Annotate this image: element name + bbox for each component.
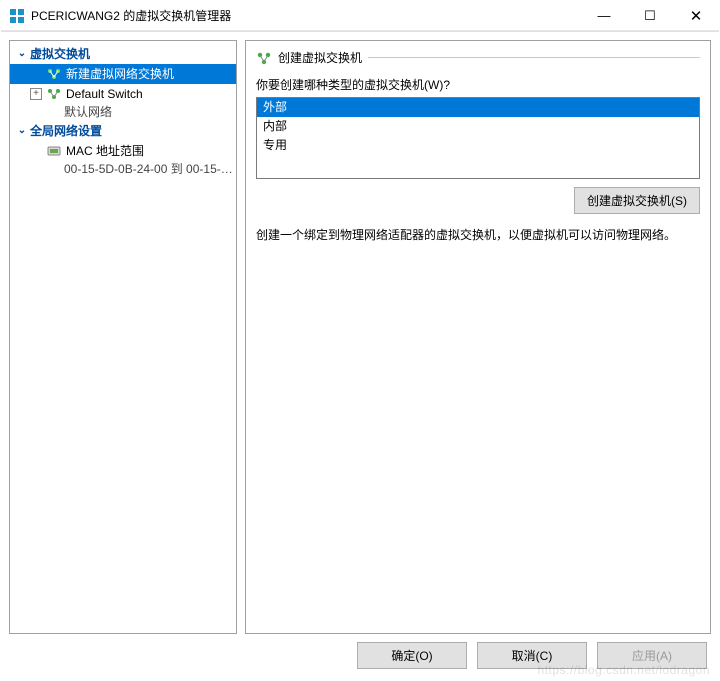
description-text: 创建一个绑定到物理网络适配器的虚拟交换机，以便虚拟机可以访问物理网络。 — [256, 226, 700, 244]
create-row: 创建虚拟交换机(S) — [256, 187, 700, 214]
tree-item-label: 新建虚拟网络交换机 — [66, 65, 174, 83]
fieldset-title: 创建虚拟交换机 — [278, 49, 362, 66]
close-button[interactable]: ✕ — [673, 1, 719, 30]
list-item[interactable]: 外部 — [257, 98, 699, 117]
list-item[interactable]: 内部 — [257, 117, 699, 136]
list-item[interactable]: 专用 — [257, 136, 699, 155]
network-icon — [256, 51, 272, 65]
expand-icon[interactable]: + — [30, 88, 42, 100]
tree-item-label: MAC 地址范围 — [66, 142, 144, 160]
apply-button[interactable]: 应用(A) — [597, 642, 707, 669]
tree-section-label: 全局网络设置 — [30, 122, 102, 139]
app-icon — [9, 8, 25, 24]
tree-item-default-switch[interactable]: + Default Switch — [10, 84, 236, 104]
tree-item-sublabel: 默认网络 — [10, 104, 236, 120]
chevron-down-icon: ⌄ — [16, 125, 28, 136]
create-vswitch-button[interactable]: 创建虚拟交换机(S) — [574, 187, 700, 214]
window-title: PCERICWANG2 的虚拟交换机管理器 — [31, 7, 581, 24]
window-buttons: — ☐ ✕ — [581, 1, 719, 30]
content-area: ⌄ 虚拟交换机 + 新建虚拟网络交换机 + Default Switch 默认网… — [1, 32, 719, 634]
network-icon — [46, 67, 62, 81]
tree-section-label: 虚拟交换机 — [30, 45, 90, 62]
tree-pane: ⌄ 虚拟交换机 + 新建虚拟网络交换机 + Default Switch 默认网… — [9, 40, 237, 634]
chevron-down-icon: ⌄ — [16, 48, 28, 59]
cancel-button[interactable]: 取消(C) — [477, 642, 587, 669]
ok-button[interactable]: 确定(O) — [357, 642, 467, 669]
tree-section-virtual-switches[interactable]: ⌄ 虚拟交换机 — [10, 43, 236, 64]
titlebar: PCERICWANG2 的虚拟交换机管理器 — ☐ ✕ — [1, 1, 719, 31]
tree-item-sublabel: 00-15-5D-0B-24-00 到 00-15-5D-0... — [10, 161, 236, 177]
switch-type-listbox[interactable]: 外部 内部 专用 — [256, 97, 700, 179]
tree: ⌄ 虚拟交换机 + 新建虚拟网络交换机 + Default Switch 默认网… — [10, 41, 236, 179]
divider — [368, 57, 700, 58]
tree-item-new-vswitch[interactable]: + 新建虚拟网络交换机 — [10, 64, 236, 84]
fieldset-header: 创建虚拟交换机 — [256, 49, 700, 66]
network-icon — [46, 87, 62, 101]
minimize-button[interactable]: — — [581, 1, 627, 30]
details-pane: 创建虚拟交换机 你要创建哪种类型的虚拟交换机(W)? 外部 内部 专用 创建虚拟… — [245, 40, 711, 634]
nic-icon — [46, 144, 62, 158]
tree-item-mac-range[interactable]: + MAC 地址范围 — [10, 141, 236, 161]
maximize-button[interactable]: ☐ — [627, 1, 673, 30]
tree-section-global-settings[interactable]: ⌄ 全局网络设置 — [10, 120, 236, 141]
footer: 确定(O) 取消(C) 应用(A) — [1, 634, 719, 679]
prompt-label: 你要创建哪种类型的虚拟交换机(W)? — [256, 76, 700, 93]
tree-item-label: Default Switch — [66, 85, 143, 103]
